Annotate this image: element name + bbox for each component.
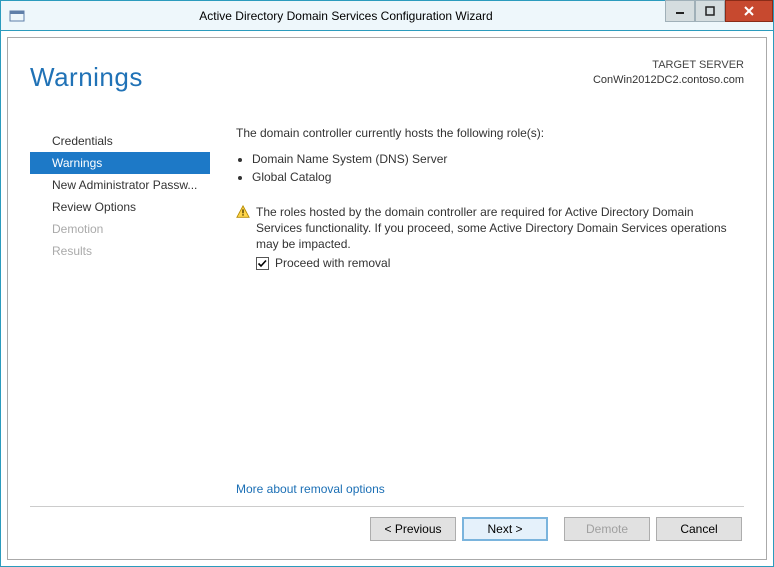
client-area: Warnings TARGET SERVER ConWin2012DC2.con… (1, 31, 773, 566)
target-server-label: TARGET SERVER (593, 58, 744, 73)
content-pane: The domain controller currently hosts th… (218, 126, 744, 500)
cancel-button[interactable]: Cancel (656, 517, 742, 541)
roles-list: Domain Name System (DNS) Server Global C… (236, 150, 738, 186)
nav-new-admin-password[interactable]: New Administrator Passw... (30, 174, 210, 196)
target-server-block: TARGET SERVER ConWin2012DC2.contoso.com (593, 58, 744, 88)
next-button[interactable]: Next > (462, 517, 548, 541)
button-row: < Previous Next > Demote Cancel (30, 517, 744, 543)
demote-button: Demote (564, 517, 650, 541)
role-item: Domain Name System (DNS) Server (252, 150, 738, 168)
window-controls (665, 1, 773, 30)
warning-row: The roles hosted by the domain controlle… (236, 204, 738, 252)
previous-button[interactable]: < Previous (370, 517, 456, 541)
proceed-checkbox-row[interactable]: Proceed with removal (256, 256, 738, 270)
wizard-panel: Warnings TARGET SERVER ConWin2012DC2.con… (7, 37, 767, 560)
proceed-checkbox[interactable] (256, 257, 269, 270)
window-title: Active Directory Domain Services Configu… (27, 9, 665, 23)
role-item: Global Catalog (252, 168, 738, 186)
intro-text: The domain controller currently hosts th… (236, 126, 738, 140)
warning-text: The roles hosted by the domain controlle… (256, 204, 738, 252)
minimize-button[interactable] (665, 0, 695, 22)
target-server-name: ConWin2012DC2.contoso.com (593, 73, 744, 88)
nav-results: Results (30, 240, 210, 262)
step-nav: Credentials Warnings New Administrator P… (30, 126, 210, 500)
nav-demotion: Demotion (30, 218, 210, 240)
separator (30, 506, 744, 507)
app-icon (7, 6, 27, 26)
body-row: Credentials Warnings New Administrator P… (30, 126, 744, 500)
nav-review-options[interactable]: Review Options (30, 196, 210, 218)
close-button[interactable] (725, 0, 773, 22)
titlebar: Active Directory Domain Services Configu… (1, 1, 773, 31)
nav-warnings[interactable]: Warnings (30, 152, 210, 174)
maximize-button[interactable] (695, 0, 725, 22)
page-heading: Warnings (30, 62, 143, 93)
nav-credentials[interactable]: Credentials (30, 130, 210, 152)
proceed-checkbox-label: Proceed with removal (275, 256, 390, 270)
header-row: Warnings TARGET SERVER ConWin2012DC2.con… (30, 58, 744, 108)
wizard-window: Active Directory Domain Services Configu… (0, 0, 774, 567)
more-about-removal-link[interactable]: More about removal options (236, 474, 738, 500)
warning-icon (236, 205, 250, 222)
